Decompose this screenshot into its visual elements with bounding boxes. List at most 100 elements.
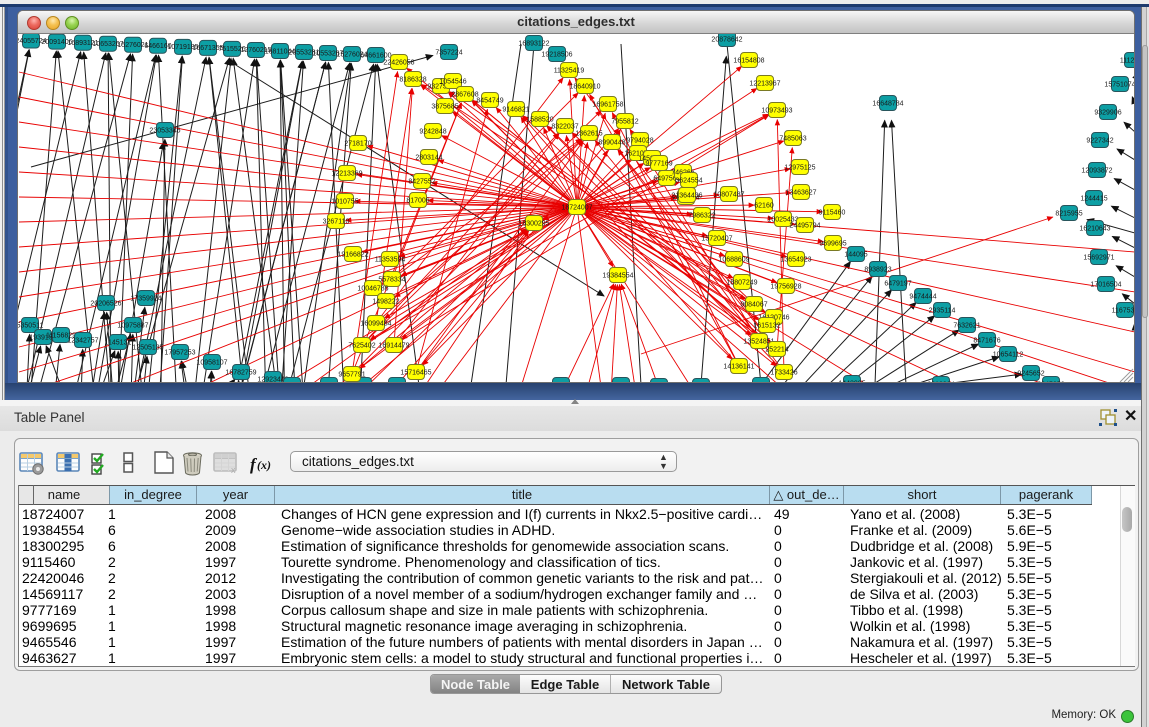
svg-text:9245652: 9245652	[1017, 370, 1044, 377]
svg-text:1588520: 1588520	[526, 116, 553, 123]
svg-text:12213369: 12213369	[331, 170, 362, 177]
svg-text:1250513: 1250513	[278, 382, 305, 383]
svg-text:9794028: 9794028	[626, 137, 653, 144]
svg-text:8186328: 8186328	[399, 76, 426, 83]
svg-text:1733426: 1733426	[770, 369, 797, 376]
svg-text:1442095: 1442095	[838, 380, 865, 383]
svg-text:9474444: 9474444	[909, 293, 936, 300]
svg-text:11325419: 11325419	[554, 67, 585, 74]
svg-text:8215955: 8215955	[1055, 210, 1082, 217]
svg-text:8990448: 8990448	[598, 139, 625, 146]
svg-text:1145131: 1145131	[105, 339, 132, 346]
svg-text:9329906: 9329906	[1094, 109, 1121, 116]
svg-text:1795725: 1795725	[315, 382, 342, 383]
svg-text:1095810: 1095810	[349, 382, 376, 383]
svg-text:817006: 817006	[406, 197, 429, 204]
svg-text:3624554: 3624554	[675, 177, 702, 184]
svg-text:11353594: 11353594	[375, 256, 406, 263]
svg-text:7357224: 7357224	[435, 49, 462, 56]
svg-text:9227342: 9227342	[1086, 137, 1113, 144]
svg-text:1678275: 1678275	[383, 382, 410, 383]
svg-text:16099484: 16099484	[360, 320, 391, 327]
svg-text:8245652: 8245652	[1037, 381, 1064, 383]
svg-text:6479197: 6479197	[884, 280, 911, 287]
svg-text:8471676: 8471676	[973, 337, 1000, 344]
svg-text:1244415: 1244415	[1080, 195, 1107, 202]
svg-text:(x): (x)	[257, 458, 271, 472]
svg-text:16210643: 16210643	[1079, 225, 1110, 232]
svg-text:16893122: 16893122	[518, 40, 549, 47]
svg-text:8454749: 8454749	[476, 97, 503, 104]
svg-text:9242848: 9242848	[419, 128, 446, 135]
svg-text:1010755: 1010755	[331, 198, 358, 205]
svg-text:9777169: 9777169	[645, 160, 672, 167]
svg-text:12093872: 12093872	[1081, 167, 1112, 174]
svg-text:16782759: 16782759	[225, 369, 256, 376]
svg-text:16648784: 16648784	[872, 100, 903, 107]
svg-text:1615132: 1615132	[753, 322, 780, 329]
svg-text:16961758: 16961758	[592, 101, 623, 108]
svg-text:144095: 144095	[844, 251, 867, 258]
svg-text:12505135: 12505135	[132, 344, 163, 351]
svg-text:1292344: 1292344	[547, 382, 574, 383]
svg-text:18300295: 18300295	[518, 220, 549, 227]
svg-text:9699695: 9699695	[819, 240, 846, 247]
svg-text:16914479: 16914479	[378, 342, 409, 349]
svg-text:13654923: 13654923	[780, 256, 811, 263]
svg-text:24495794: 24495794	[789, 222, 820, 229]
svg-text:2867608: 2867608	[451, 91, 478, 98]
svg-text:16154808: 16154808	[733, 57, 764, 64]
svg-text:15692971: 15692971	[1083, 254, 1114, 261]
svg-text:7955812: 7955812	[611, 118, 638, 125]
svg-text:10654112: 10654112	[993, 351, 1024, 358]
svg-text:1167534: 1167534	[1112, 307, 1135, 314]
svg-text:5578334: 5578334	[378, 276, 405, 283]
svg-text:8427552: 8427552	[408, 178, 435, 185]
svg-text:10958107: 10958107	[196, 359, 227, 366]
svg-text:2718170: 2718170	[344, 140, 371, 147]
svg-text:9215958: 9215958	[747, 382, 774, 383]
svg-text:23053346: 23053346	[149, 127, 180, 134]
svg-text:9115460: 9115460	[819, 209, 846, 216]
svg-text:62160: 62160	[754, 202, 774, 209]
svg-text:15716465: 15716465	[400, 369, 431, 376]
svg-text:10046786: 10046786	[357, 285, 388, 292]
svg-text:18724007: 18724007	[561, 204, 592, 211]
svg-text:17359924: 17359924	[130, 295, 161, 302]
svg-text:19756928: 19756928	[770, 283, 801, 290]
svg-text:18640910: 18640910	[569, 83, 600, 90]
svg-text:19218506: 19218506	[541, 51, 572, 58]
svg-text:22426058: 22426058	[383, 59, 414, 66]
svg-text:1498222: 1498222	[372, 298, 399, 305]
svg-text:2312934: 2312934	[927, 381, 954, 383]
svg-text:1362615: 1362615	[575, 130, 602, 137]
svg-text:19384554: 19384554	[602, 272, 633, 279]
svg-text:2935114: 2935114	[929, 307, 956, 314]
svg-text:7625402: 7625402	[348, 342, 375, 349]
svg-text:7986322: 7986322	[688, 212, 715, 219]
svg-text:8938923: 8938923	[864, 266, 891, 273]
svg-text:18807249: 18807249	[726, 279, 757, 286]
svg-text:7632621: 7632621	[953, 322, 980, 329]
svg-text:12342757: 12342757	[67, 337, 98, 344]
svg-text:12975125: 12975125	[784, 164, 815, 171]
svg-text:9084067: 9084067	[740, 301, 767, 308]
svg-text:252214: 252214	[765, 346, 788, 353]
svg-text:19166822: 19166822	[337, 251, 368, 258]
svg-text:12213967: 12213967	[749, 80, 780, 87]
svg-text:1678276: 1678276	[607, 382, 634, 383]
svg-text:10688609: 10688609	[718, 256, 749, 263]
svg-text:64661600: 64661600	[360, 52, 391, 59]
svg-text:7485063: 7485063	[779, 135, 806, 142]
svg-text:17957253: 17957253	[164, 349, 195, 356]
svg-text:3267110: 3267110	[323, 218, 350, 225]
svg-text:17016504: 17016504	[1090, 281, 1121, 288]
svg-text:8322037: 8322037	[551, 123, 578, 130]
svg-text:1112843: 1112843	[1120, 57, 1135, 64]
svg-text:x: x	[231, 465, 236, 475]
svg-text:15720407: 15720407	[701, 235, 732, 242]
svg-text:9146821: 9146821	[502, 106, 529, 113]
svg-text:14136141: 14136141	[723, 363, 754, 370]
svg-text:10975887: 10975887	[117, 322, 148, 329]
svg-text:1054546: 1054546	[439, 78, 466, 85]
